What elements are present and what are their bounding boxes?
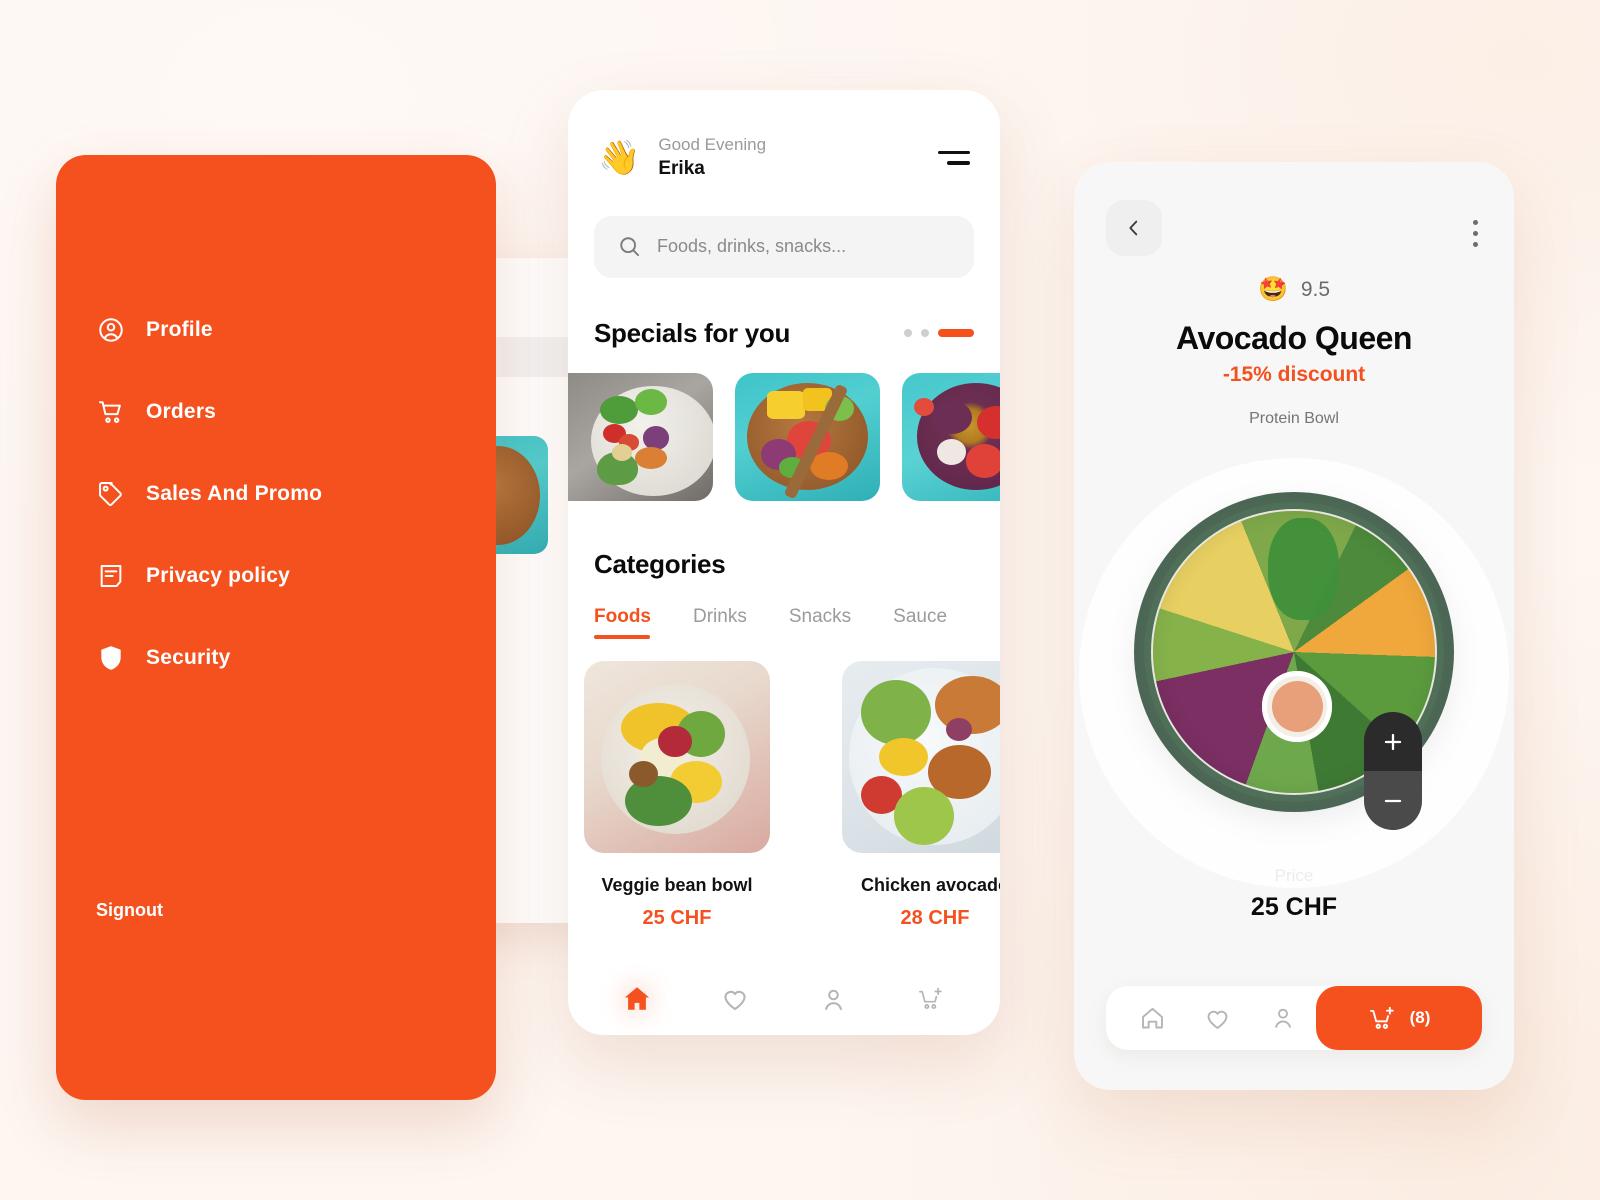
home-screen: 👋 Good Evening Erika Foods, drinks, snac… [568,90,1000,1035]
add-to-cart-button[interactable]: (8) [1316,986,1482,1050]
special-card[interactable] [902,372,1000,501]
food-price: 28 CHF [900,906,970,929]
home-header: 👋 Good Evening Erika [568,90,1000,182]
search-placeholder: Foods, drinks, snacks... [657,236,847,257]
home-icon[interactable] [617,979,657,1019]
sidebar-item-sales-and-promo[interactable]: Sales And Promo [96,474,466,514]
product-title: Avocado Queen [1176,320,1412,356]
star-struck-emoji-icon: 🤩 [1257,276,1288,303]
increase-quantity-button[interactable] [1364,712,1422,771]
document-icon [96,561,126,591]
food-card[interactable]: Veggie bean bowl 25 CHF [584,660,770,930]
side-menu-list: Profile Orders Sales And Promo Privacy p… [96,310,466,720]
signout-button[interactable]: Signout [96,900,163,921]
category-tabs: Foods Drinks Snacks Sauce [594,606,1000,639]
cart-add-icon[interactable] [911,979,951,1019]
food-card-list: Veggie bean bowl 25 CHF Chicken avocado … [584,660,1000,930]
specials-header: Specials for you [568,318,1000,349]
sidebar-item-privacy-policy[interactable]: Privacy policy [96,556,466,596]
food-name: Chicken avocado [860,874,1000,895]
cart-add-icon [1369,1006,1394,1029]
hamburger-icon[interactable] [938,143,970,173]
food-image [584,660,770,853]
cart-count: (8) [1409,1008,1431,1027]
price-value: 25 CHF [1250,893,1338,921]
tab-sauce[interactable]: Sauce [893,606,947,639]
special-card[interactable] [568,372,713,501]
special-card[interactable] [735,372,880,501]
home-icon[interactable] [1120,1005,1185,1032]
plus-icon [1384,733,1402,750]
heart-icon[interactable] [1185,1005,1250,1032]
cart-icon [96,397,126,427]
back-button[interactable] [1106,200,1162,256]
search-icon [620,237,640,257]
carousel-pagination[interactable] [904,329,974,338]
tab-snacks[interactable]: Snacks [789,606,851,639]
food-card[interactable]: Chicken avocado 28 CHF [842,660,1000,930]
side-menu-panel: Profile Orders Sales And Promo Privacy p… [56,155,496,1100]
detail-topbar [1074,162,1514,256]
person-icon[interactable] [1251,1005,1316,1031]
shield-icon [96,643,126,673]
sidebar-item-label: Sales And Promo [146,482,323,505]
search-input[interactable]: Foods, drinks, snacks... [594,215,974,278]
sidebar-item-label: Privacy policy [146,564,291,587]
rating-block: 🤩 9.5 [1074,278,1514,302]
sidebar-item-orders[interactable]: Orders [96,392,466,432]
tab-drinks[interactable]: Drinks [693,606,747,639]
screens-stage: 👋 Good Evening Erika Foods, drinks, snac… [0,0,1600,1200]
person-icon[interactable] [813,979,853,1019]
food-price: 25 CHF [642,906,712,929]
pagination-dot[interactable] [904,329,912,338]
user-circle-icon [96,315,126,345]
product-image-area [1074,452,1514,888]
chevron-left-icon [1129,220,1138,236]
food-image [842,660,1000,853]
sidebar-item-label: Profile [146,318,213,341]
home-bottom-nav [568,963,1000,1035]
sidebar-item-label: Orders [146,400,217,423]
sidebar-item-security[interactable]: Security [96,638,466,678]
tag-icon [96,479,126,509]
discount-badge: -15% discount [1222,363,1366,386]
rating-value: 9.5 [1300,278,1331,301]
sidebar-item-profile[interactable]: Profile [96,310,466,350]
categories-title: Categories [594,548,726,579]
tab-foods[interactable]: Foods [594,606,651,639]
greeting-small: Good Evening [658,135,767,154]
product-detail-screen: 🤩 9.5 Avocado Queen -15% discount Protei… [1074,162,1514,1090]
quantity-stepper [1364,712,1422,830]
decrease-quantity-button[interactable] [1364,771,1422,830]
specials-title: Specials for you [594,317,791,348]
food-name: Veggie bean bowl [601,874,753,895]
minus-icon [1384,799,1402,802]
pagination-active-bar[interactable] [938,329,974,338]
specials-carousel[interactable] [568,372,1000,501]
wave-emoji-icon: 👋 [598,138,641,177]
sidebar-item-label: Security [146,646,231,669]
pagination-dot[interactable] [921,329,929,338]
product-subtitle: Protein Bowl [1249,410,1339,427]
detail-bottom-nav: (8) [1106,986,1482,1050]
greeting-name: Erika [658,158,705,180]
kebab-menu-icon[interactable] [1469,216,1482,251]
heart-icon[interactable] [715,979,755,1019]
